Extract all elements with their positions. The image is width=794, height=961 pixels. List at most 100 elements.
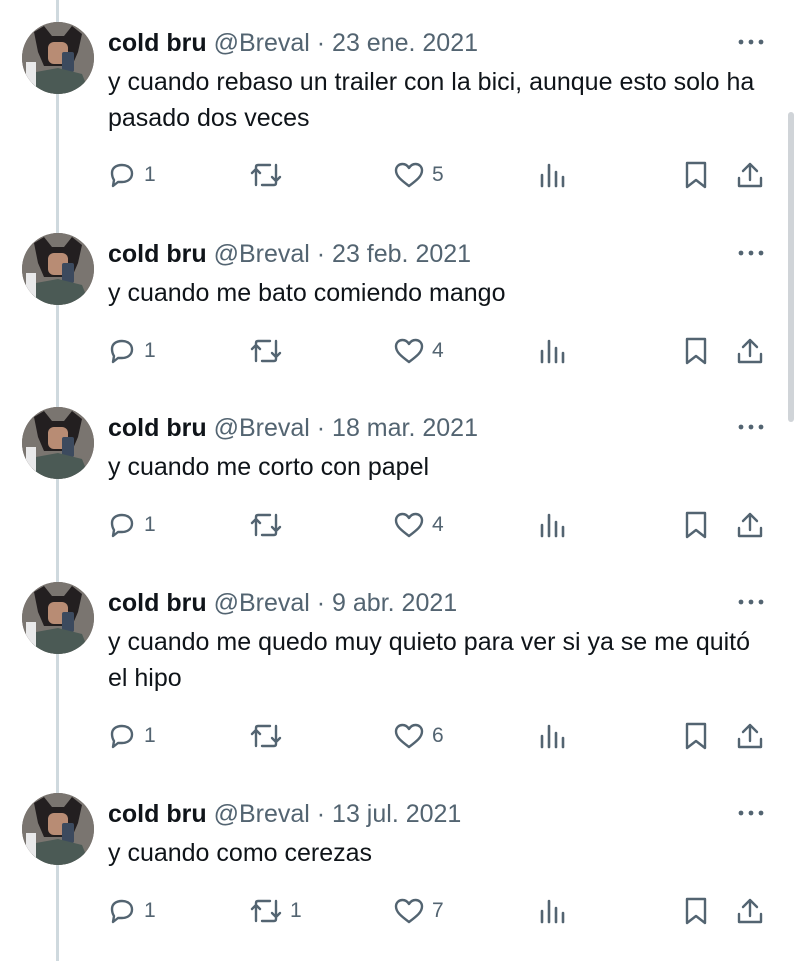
like-button[interactable]: 5 [392,155,444,195]
like-button[interactable]: 4 [392,331,444,371]
username-handle[interactable]: @Breval [214,29,310,57]
share-button[interactable] [734,716,766,756]
tweet[interactable]: cold bru @Breval · 13 jul. 2021 y cuando… [0,771,794,961]
tweet-text: y cuando como cerezas [108,839,373,867]
views-button[interactable] [538,505,568,545]
bookmark-icon [682,159,710,191]
views-button[interactable] [538,716,568,756]
views-button[interactable] [538,155,568,195]
retweet-button[interactable] [248,505,290,545]
retweet-button[interactable] [248,716,290,756]
bookmark-icon [682,720,710,752]
tweet[interactable]: cold bru @Breval · 9 abr. 2021 y cuando … [0,560,794,772]
bookmark-button[interactable] [682,331,710,371]
retweet-icon [248,509,284,541]
reply-bubble-icon [106,335,138,367]
reply-count: 1 [144,513,156,536]
username-handle[interactable]: @Breval [214,240,310,268]
views-button[interactable] [538,331,568,371]
tweet-text: y cuando me quedo muy quieto para ver si… [108,628,751,692]
more-horizontal-icon[interactable] [736,592,766,612]
like-button[interactable]: 7 [392,891,444,931]
retweet-button[interactable]: 1 [248,891,302,931]
reply-bubble-icon [106,895,138,927]
tweet-date[interactable]: 23 ene. 2021 [332,29,478,57]
avatar[interactable] [22,793,94,865]
share-button[interactable] [734,331,766,371]
like-button[interactable]: 6 [392,716,444,756]
avatar[interactable] [22,233,94,305]
share-button[interactable] [734,155,766,195]
avatar-photo-icon [22,582,94,654]
tweet-header: cold bru @Breval · 13 jul. 2021 [108,799,461,829]
display-name[interactable]: cold bru [108,414,207,442]
avatar[interactable] [22,582,94,654]
heart-icon [392,895,426,927]
tweet-actions: 1 5 [0,155,794,195]
like-count: 4 [432,513,444,536]
reply-button[interactable]: 1 [106,331,156,371]
tweet-date[interactable]: 9 abr. 2021 [332,589,457,617]
separator-dot: · [316,800,326,828]
reply-button[interactable]: 1 [106,716,156,756]
more-horizontal-icon[interactable] [736,803,766,823]
bookmark-button[interactable] [682,155,710,195]
reply-button[interactable]: 1 [106,891,156,931]
heart-icon [392,509,426,541]
more-horizontal-icon[interactable] [736,417,766,437]
reply-bubble-icon [106,159,138,191]
tweet-actions: 1 4 [0,331,794,371]
views-button[interactable] [538,891,568,931]
separator-dot: · [316,589,326,617]
share-upload-icon [734,509,766,541]
display-name[interactable]: cold bru [108,589,207,617]
tweet-date[interactable]: 23 feb. 2021 [332,240,471,268]
avatar[interactable] [22,22,94,94]
separator-dot: · [316,29,326,57]
username-handle[interactable]: @Breval [214,589,310,617]
like-count: 5 [432,163,444,186]
like-button[interactable]: 4 [392,505,444,545]
like-count: 6 [432,724,444,747]
share-upload-icon [734,720,766,752]
share-button[interactable] [734,891,766,931]
username-handle[interactable]: @Breval [214,800,310,828]
tweet-text: y cuando rebaso un trailer con la bici, … [108,68,755,132]
share-upload-icon [734,159,766,191]
retweet-button[interactable] [248,155,290,195]
more-horizontal-icon[interactable] [736,32,766,52]
reply-button[interactable]: 1 [106,505,156,545]
separator-dot: · [316,240,326,268]
retweet-icon [248,720,284,752]
tweet[interactable]: cold bru @Breval · 23 feb. 2021 y cuando… [0,211,794,386]
share-button[interactable] [734,505,766,545]
tweet-header: cold bru @Breval · 18 mar. 2021 [108,413,478,443]
share-upload-icon [734,335,766,367]
reply-count: 1 [144,724,156,747]
display-name[interactable]: cold bru [108,240,207,268]
username-handle[interactable]: @Breval [214,414,310,442]
tweet[interactable]: cold bru @Breval · 18 mar. 2021 y cuando… [0,385,794,560]
tweet-date[interactable]: 18 mar. 2021 [332,414,478,442]
bookmark-button[interactable] [682,716,710,756]
more-horizontal-icon[interactable] [736,243,766,263]
reply-count: 1 [144,339,156,362]
tweet-header: cold bru @Breval · 23 ene. 2021 [108,28,478,58]
bookmark-button[interactable] [682,891,710,931]
reply-count: 1 [144,163,156,186]
retweet-button[interactable] [248,331,290,371]
like-count: 7 [432,899,444,922]
tweet-header: cold bru @Breval · 9 abr. 2021 [108,588,457,618]
avatar[interactable] [22,407,94,479]
display-name[interactable]: cold bru [108,29,207,57]
bookmark-icon [682,335,710,367]
display-name[interactable]: cold bru [108,800,207,828]
bookmark-button[interactable] [682,505,710,545]
reply-bubble-icon [106,720,138,752]
tweet[interactable]: cold bru @Breval · 23 ene. 2021 y cuando… [0,0,794,210]
tweet-actions: 1 6 [0,716,794,756]
views-bar-chart-icon [538,895,568,927]
reply-button[interactable]: 1 [106,155,156,195]
tweet-date[interactable]: 13 jul. 2021 [332,800,461,828]
tweet-text: y cuando me bato comiendo mango [108,279,506,307]
